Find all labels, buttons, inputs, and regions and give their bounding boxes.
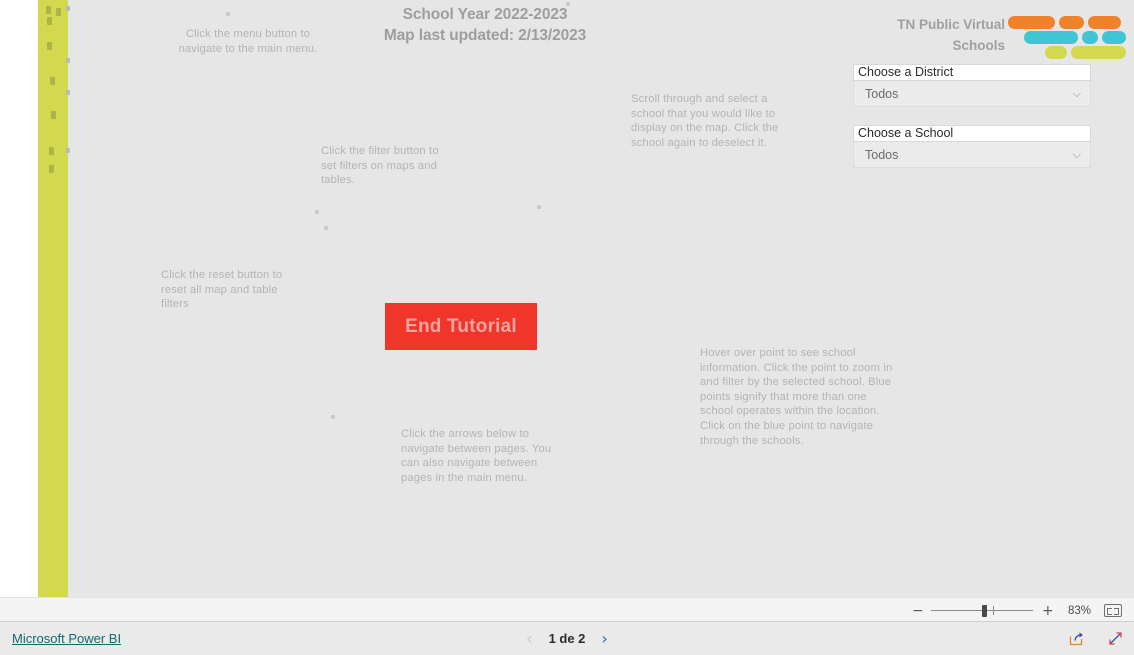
nav-strip-marker <box>46 6 51 14</box>
nav-strip-marker <box>51 111 56 119</box>
page-title-line2: Map last updated: 2/13/2023 <box>383 27 587 44</box>
menu-hint-text: Click the menu button to navigate to the… <box>178 28 318 55</box>
left-nav-strip[interactable] <box>38 0 68 597</box>
footer-bar: Microsoft Power BI ‹ 1 de 2 › <box>0 622 1134 655</box>
pager-hint-text: Click the arrows below to navigate betwe… <box>401 428 552 484</box>
footer-icon-group <box>1068 622 1124 655</box>
canvas-dot <box>66 90 70 95</box>
report-area: School Year 2022-2023 Map last updated: … <box>0 0 1134 597</box>
school-slicer-value: Todos <box>865 147 899 162</box>
reset-hint-text: Click the reset button to reset all map … <box>161 269 283 311</box>
zoom-controls: − + 83% <box>912 598 1122 623</box>
next-page-button[interactable]: › <box>601 630 607 647</box>
zoom-level-label: 83% <box>1067 604 1091 617</box>
nav-strip-marker <box>49 165 54 173</box>
previous-page-button[interactable]: ‹ <box>526 630 532 647</box>
page-title-line1: School Year 2022-2023 <box>402 6 568 23</box>
nav-strip-marker <box>50 77 55 85</box>
district-slicer-value: Todos <box>865 86 899 101</box>
power-bi-report-viewer: School Year 2022-2023 Map last updated: … <box>0 0 1134 655</box>
district-slicer-header: Choose a District <box>853 64 1091 81</box>
filter-hint-text: Click the filter button to set filters o… <box>321 145 439 187</box>
zoom-slider-thumb[interactable] <box>982 604 987 617</box>
report-canvas[interactable]: School Year 2022-2023 Map last updated: … <box>68 0 1134 597</box>
fit-to-page-icon[interactable] <box>1104 604 1122 617</box>
brand-text: TN Public Virtual Schools <box>855 14 1005 56</box>
nav-strip-marker <box>47 17 52 25</box>
point-hint-text: Hover over point to see school informati… <box>700 347 893 447</box>
nav-strip-marker <box>56 8 61 16</box>
canvas-dot <box>331 415 335 419</box>
school-slicer-header: Choose a School <box>853 125 1091 142</box>
canvas-dot <box>315 210 319 214</box>
district-slicer-dropdown[interactable]: Todos ⌵ <box>853 81 1091 107</box>
chevron-down-icon[interactable]: ⌵ <box>1073 87 1081 101</box>
scroll-hint-text: Scroll through and select a school that … <box>631 93 779 149</box>
school-slicer-dropdown[interactable]: Todos ⌵ <box>853 142 1091 168</box>
canvas-dot <box>66 148 70 153</box>
canvas-dot <box>226 12 230 16</box>
canvas-dot <box>66 58 70 63</box>
page-title: School Year 2022-2023 Map last updated: … <box>340 4 630 46</box>
nav-strip-marker <box>47 42 52 50</box>
zoom-slider[interactable] <box>931 604 1033 617</box>
nav-strip-marker <box>49 147 54 155</box>
brand-line1: TN Public Virtual <box>897 17 1005 32</box>
district-slicer[interactable]: Choose a District Todos ⌵ <box>853 64 1091 107</box>
end-tutorial-button[interactable]: End Tutorial <box>385 303 537 350</box>
brand-header: TN Public Virtual Schools <box>855 14 1126 60</box>
share-icon[interactable] <box>1068 630 1085 647</box>
canvas-dot <box>537 205 541 209</box>
tn-public-virtual-schools-logo <box>1008 12 1126 59</box>
canvas-dot <box>324 226 328 230</box>
fullscreen-icon[interactable] <box>1107 630 1124 647</box>
zoom-out-button[interactable]: − <box>912 604 924 618</box>
school-slicer[interactable]: Choose a School Todos ⌵ <box>853 125 1091 168</box>
chevron-down-icon[interactable]: ⌵ <box>1073 148 1081 162</box>
canvas-dot <box>66 6 70 11</box>
status-bar: − + 83% <box>0 597 1134 622</box>
zoom-in-button[interactable]: + <box>1042 604 1054 618</box>
page-navigation: ‹ 1 de 2 › <box>0 622 1134 655</box>
zoom-slider-tick <box>993 605 994 615</box>
page-indicator: 1 de 2 <box>548 631 586 646</box>
brand-line2: Schools <box>952 38 1005 53</box>
